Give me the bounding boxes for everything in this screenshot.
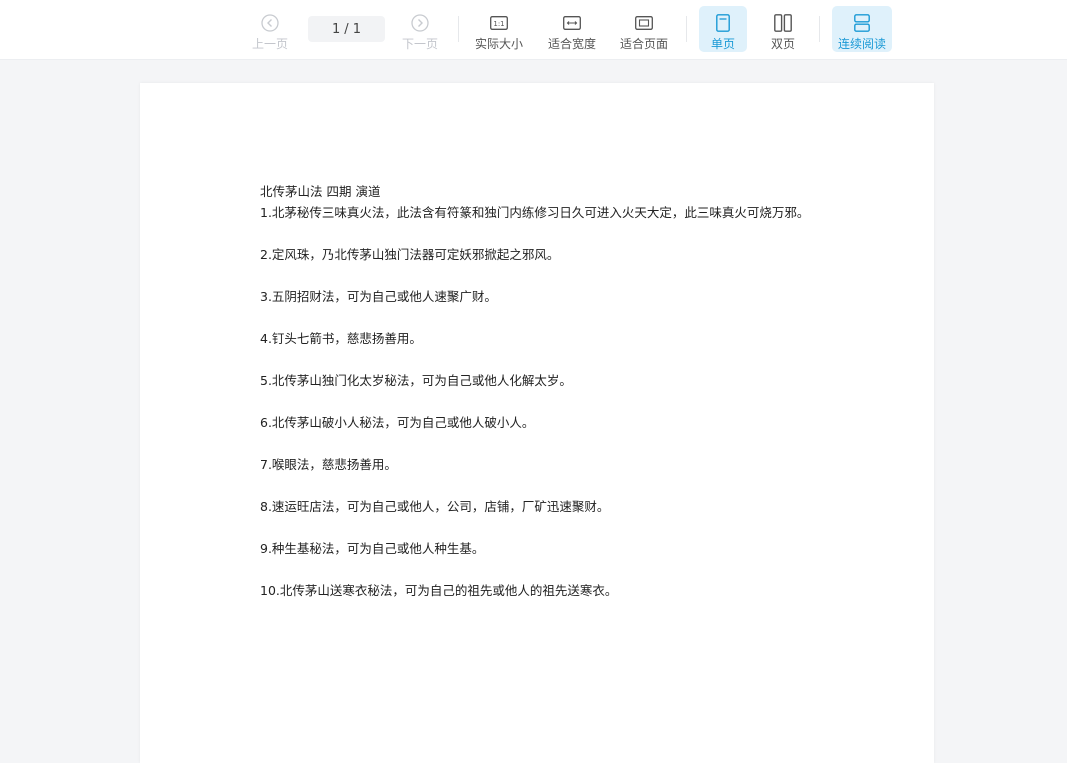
single-page-icon bbox=[716, 12, 730, 34]
continuous-reading-button[interactable]: 连续阅读 bbox=[832, 6, 892, 52]
list-item: 8.速运旺店法，可为自己或他人，公司，店铺，厂矿迅速聚财。 bbox=[260, 499, 610, 514]
toolbar: 上一页 1 / 1 下一页 1:1 实际大小 适合宽度 适合页面 单页 双页 连… bbox=[0, 0, 1067, 60]
list-item: 9.种生基秘法，可为自己或他人种生基。 bbox=[260, 541, 485, 556]
double-page-button[interactable]: 双页 bbox=[759, 6, 807, 52]
total-pages: 1 bbox=[352, 21, 361, 37]
page-separator: / bbox=[344, 21, 349, 37]
prev-page-label: 上一页 bbox=[251, 37, 288, 51]
chevron-right-circle-icon bbox=[411, 12, 429, 34]
list-item: 7.喉眼法，慈悲扬善用。 bbox=[260, 457, 397, 472]
prev-page-button[interactable]: 上一页 bbox=[248, 6, 292, 52]
single-page-button[interactable]: 单页 bbox=[699, 6, 747, 52]
fit-page-button[interactable]: 适合页面 bbox=[617, 6, 671, 52]
continuous-reading-label: 连续阅读 bbox=[837, 37, 886, 51]
toolbar-divider bbox=[819, 16, 820, 42]
next-page-button[interactable]: 下一页 bbox=[398, 6, 442, 52]
fit-page-icon bbox=[635, 12, 653, 34]
fit-page-label: 适合页面 bbox=[619, 37, 668, 51]
list-item: 5.北传茅山独门化太岁秘法，可为自己或他人化解太岁。 bbox=[260, 373, 572, 388]
fit-width-icon bbox=[563, 12, 581, 34]
single-page-label: 单页 bbox=[710, 37, 735, 51]
toolbar-divider bbox=[686, 16, 687, 42]
list-item: 1.北茅秘传三味真火法，此法含有符篆和独门内练修习日久可进入火天大定，此三味真火… bbox=[260, 205, 810, 220]
list-item: 4.钉头七箭书，慈悲扬善用。 bbox=[260, 331, 422, 346]
fit-width-button[interactable]: 适合宽度 bbox=[545, 6, 599, 52]
fit-width-label: 适合宽度 bbox=[547, 37, 596, 51]
page-number-input[interactable]: 1 / 1 bbox=[308, 16, 385, 42]
toolbar-divider bbox=[458, 16, 459, 42]
actual-size-icon: 1:1 bbox=[490, 12, 508, 34]
continuous-reading-icon bbox=[854, 12, 870, 34]
list-item: 6.北传茅山破小人秘法，可为自己或他人破小人。 bbox=[260, 415, 535, 430]
document-content: 北传茅山法 四期 演道 1.北茅秘传三味真火法，此法含有符篆和独门内练修习日久可… bbox=[260, 181, 820, 601]
list-item: 3.五阴招财法，可为自己或他人速聚广财。 bbox=[260, 289, 497, 304]
chevron-left-circle-icon bbox=[261, 12, 279, 34]
next-page-label: 下一页 bbox=[401, 37, 438, 51]
current-page: 1 bbox=[332, 21, 341, 37]
double-page-icon bbox=[774, 12, 792, 34]
actual-size-button[interactable]: 1:1 实际大小 bbox=[472, 6, 526, 52]
document-title: 北传茅山法 四期 演道 bbox=[260, 184, 381, 199]
double-page-label: 双页 bbox=[770, 37, 795, 51]
list-item: 2.定风珠，乃北传茅山独门法器可定妖邪掀起之邪风。 bbox=[260, 247, 560, 262]
list-item: 10.北传茅山送寒衣秘法，可为自己的祖先或他人的祖先送寒衣。 bbox=[260, 583, 618, 598]
svg-text:1:1: 1:1 bbox=[493, 20, 504, 28]
document-page: 北传茅山法 四期 演道 1.北茅秘传三味真火法，此法含有符篆和独门内练修习日久可… bbox=[140, 83, 934, 763]
actual-size-label: 实际大小 bbox=[474, 37, 523, 51]
